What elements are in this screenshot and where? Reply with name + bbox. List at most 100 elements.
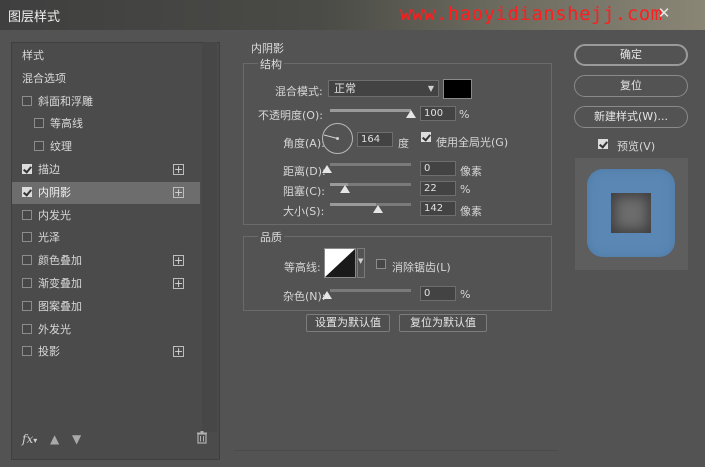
size-label: 大小(S): xyxy=(283,205,325,218)
style-list-item[interactable]: 描边 + xyxy=(12,159,200,181)
distance-slider[interactable] xyxy=(330,163,411,166)
antialias-checkbox[interactable] xyxy=(376,259,386,269)
blend-mode-select[interactable]: 正常 ▼ xyxy=(328,80,439,97)
watermark-text: www.haoyidianshejj.com xyxy=(400,3,663,25)
global-light-checkbox[interactable] xyxy=(421,132,431,142)
size-slider[interactable] xyxy=(330,203,411,206)
chevron-down-icon: ▼ xyxy=(358,257,364,265)
style-list-item[interactable]: 纹理 xyxy=(12,136,200,158)
trash-icon[interactable] xyxy=(196,431,208,447)
noise-input[interactable]: 0 xyxy=(420,286,456,301)
noise-slider-handle[interactable] xyxy=(322,291,332,299)
style-list-item-checkbox[interactable] xyxy=(22,278,32,288)
contour-label: 等高线: xyxy=(284,261,321,274)
new-style-button[interactable]: 新建样式(W)... xyxy=(574,106,688,128)
add-effect-plus-icon[interactable]: + xyxy=(173,186,184,198)
close-icon[interactable]: ✕ xyxy=(655,4,673,22)
style-list-item[interactable]: 内阴影 + xyxy=(12,181,200,204)
opacity-input[interactable]: 100 xyxy=(420,106,456,121)
style-list-item[interactable]: 颜色叠加 + xyxy=(12,250,200,272)
size-unit: 像素 xyxy=(460,205,482,218)
choke-input[interactable]: 22 xyxy=(420,181,456,196)
add-effect-plus-icon[interactable]: + xyxy=(173,346,184,358)
style-preview-thumbnail xyxy=(575,158,688,270)
style-list-item[interactable]: 光泽 xyxy=(12,227,200,249)
style-list-item-checkbox[interactable] xyxy=(22,300,32,311)
distance-input[interactable]: 0 xyxy=(420,161,456,176)
style-list-item[interactable]: 外发光 xyxy=(12,319,200,341)
opacity-slider-handle[interactable] xyxy=(406,110,416,118)
style-list-item-label: 内发光 xyxy=(38,208,71,222)
global-light-label: 使用全局光(G) xyxy=(436,136,509,149)
center-panel-frame xyxy=(234,330,558,451)
style-list-item-label: 纹理 xyxy=(50,140,72,154)
move-down-icon[interactable]: ▼ xyxy=(72,432,81,446)
style-list-item-label: 斜面和浮雕 xyxy=(38,94,93,108)
style-list-item-label: 渐变叠加 xyxy=(38,277,82,290)
quality-title: 品质 xyxy=(258,229,284,245)
style-list-item-label: 内阴影 xyxy=(38,185,71,199)
inner-shadow-title: 内阴影 xyxy=(251,42,284,55)
style-list-item-label: 混合选项 xyxy=(22,71,66,85)
style-list-item[interactable]: 斜面和浮雕 xyxy=(12,91,200,113)
style-list-item-checkbox[interactable] xyxy=(34,141,44,152)
style-list-item-checkbox[interactable] xyxy=(34,118,44,129)
style-list-item-label: 颜色叠加 xyxy=(38,254,82,268)
add-effect-plus-icon[interactable]: + xyxy=(173,255,184,267)
distance-unit: 像素 xyxy=(460,165,482,178)
shadow-color-swatch[interactable] xyxy=(443,79,472,99)
contour-thumbnail[interactable] xyxy=(324,248,356,278)
style-list-item[interactable]: 投影 + xyxy=(12,341,200,363)
style-list-item-label: 样式 xyxy=(22,49,44,62)
choke-slider-handle[interactable] xyxy=(340,185,350,193)
dialog-title: 图层样式 xyxy=(8,10,61,25)
style-list-item-checkbox[interactable] xyxy=(22,164,32,174)
style-list-item-checkbox[interactable] xyxy=(22,95,32,106)
noise-unit: % xyxy=(460,288,471,301)
add-effect-plus-icon[interactable]: + xyxy=(173,278,184,289)
style-list-item[interactable]: 渐变叠加 + xyxy=(12,273,200,295)
style-list-item[interactable]: 图案叠加 xyxy=(12,296,200,318)
preview-label: 预览(V) xyxy=(617,140,656,153)
preview-checkbox[interactable] xyxy=(598,139,608,149)
style-list-item-checkbox[interactable] xyxy=(22,209,32,220)
distance-label: 距离(D): xyxy=(283,165,326,178)
style-list-item[interactable]: 等高线 xyxy=(12,113,200,135)
style-list-item-checkbox[interactable] xyxy=(22,323,32,334)
noise-label: 杂色(N): xyxy=(283,290,326,303)
ok-button[interactable]: 确定 xyxy=(574,44,688,66)
style-list-item-label: 描边 xyxy=(38,163,60,176)
style-list-item-checkbox[interactable] xyxy=(22,255,32,266)
style-list-item-checkbox[interactable] xyxy=(22,232,32,243)
size-slider-handle[interactable] xyxy=(373,205,383,213)
style-list-scrollbar[interactable] xyxy=(202,42,217,432)
distance-slider-handle[interactable] xyxy=(322,165,332,173)
noise-slider[interactable] xyxy=(330,289,411,292)
angle-unit: 度 xyxy=(398,137,409,150)
angle-input[interactable]: 164 xyxy=(357,132,393,147)
choke-label: 阻塞(C): xyxy=(283,185,325,198)
opacity-slider[interactable] xyxy=(330,109,411,112)
style-list-item-checkbox[interactable] xyxy=(22,346,32,357)
style-list-item-label: 等高线 xyxy=(50,117,83,131)
layer-style-dialog: 图层样式 www.haoyidianshejj.com ✕ 样式混合选项斜面和浮… xyxy=(0,0,705,467)
angle-dial[interactable] xyxy=(322,123,353,154)
fx-button[interactable]: fx▾ xyxy=(22,432,37,446)
opacity-unit: % xyxy=(459,108,470,121)
size-input[interactable]: 142 xyxy=(420,201,456,216)
style-list-item-checkbox[interactable] xyxy=(22,186,32,197)
add-effect-plus-icon[interactable]: + xyxy=(173,164,184,175)
style-list-item[interactable]: 内发光 xyxy=(12,205,200,227)
opacity-label: 不透明度(O): xyxy=(258,109,323,122)
structure-title: 结构 xyxy=(258,56,284,72)
style-list-item[interactable]: 样式 xyxy=(12,45,200,67)
reset-button[interactable]: 复位 xyxy=(574,75,688,97)
antialias-label: 消除锯齿(L) xyxy=(392,261,451,274)
style-list-item-label: 投影 xyxy=(38,345,60,359)
blend-mode-value: 正常 xyxy=(334,82,356,95)
move-up-icon[interactable]: ▲ xyxy=(50,432,59,446)
style-list-item-label: 图案叠加 xyxy=(38,299,82,313)
style-list-item-label: 外发光 xyxy=(38,322,71,336)
style-list-item[interactable]: 混合选项 xyxy=(12,68,200,90)
contour-dropdown[interactable]: ▼ xyxy=(357,248,365,278)
